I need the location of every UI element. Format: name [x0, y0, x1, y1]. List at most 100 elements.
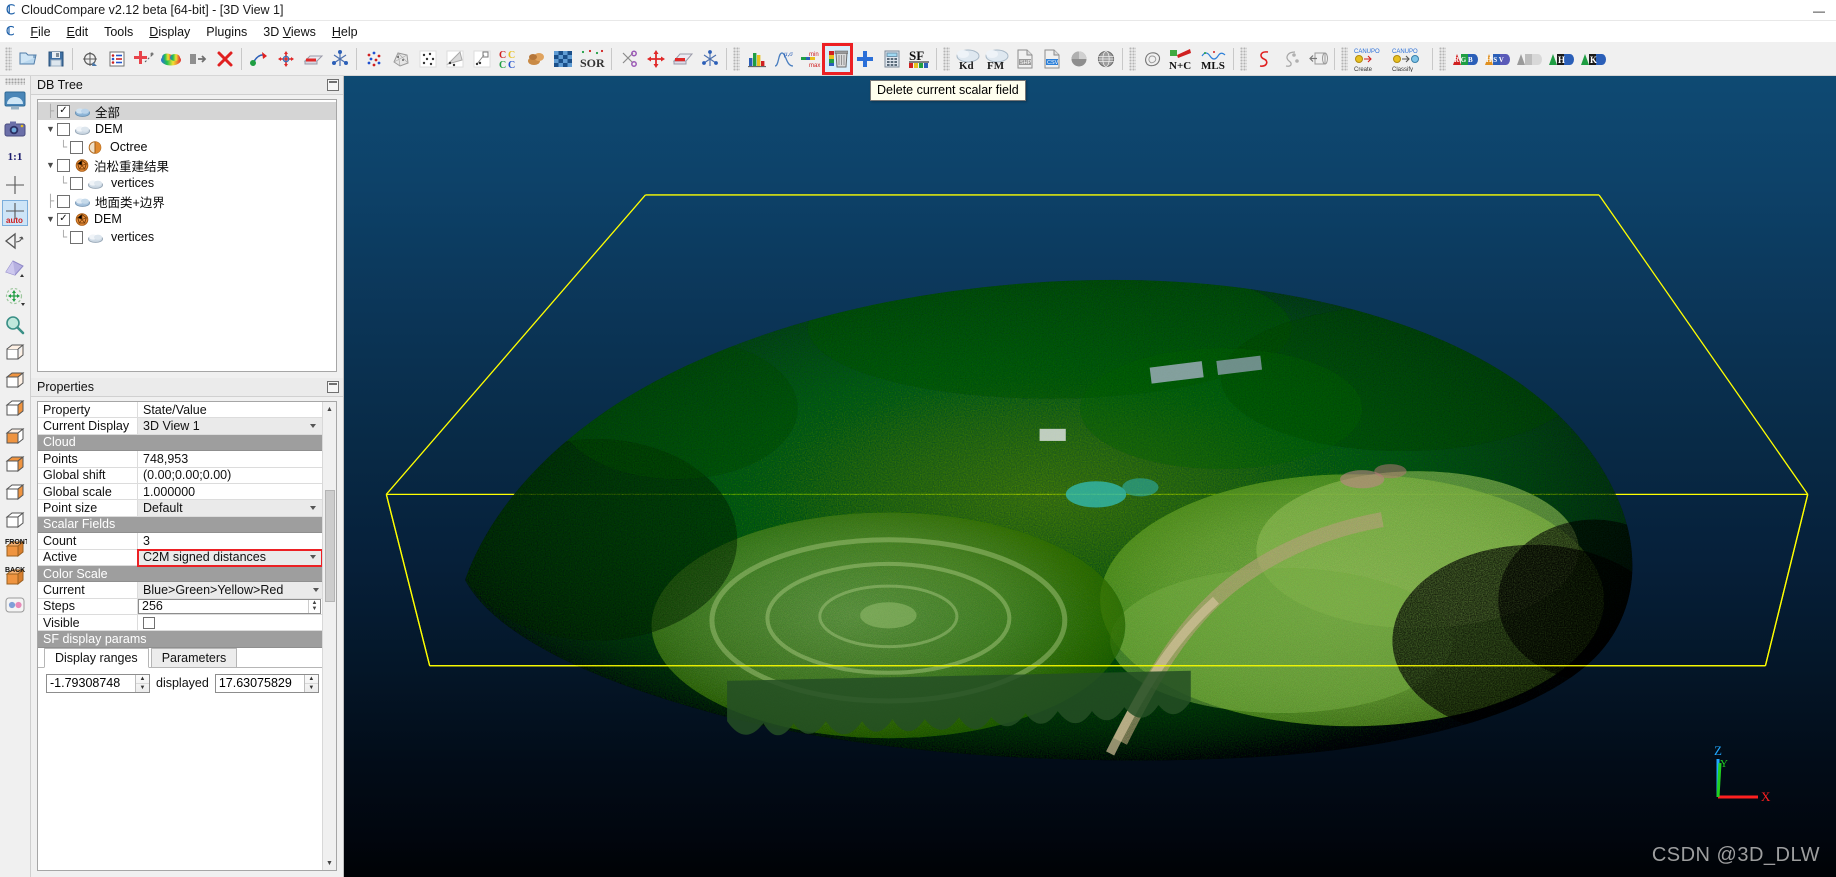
properties-button[interactable]: [104, 46, 129, 72]
range-max-arrows[interactable]: ▲ ▼: [303, 674, 318, 692]
k-convert-button[interactable]: K: [1578, 46, 1608, 72]
zoom-tool-button[interactable]: [2, 312, 28, 338]
tree-item-poisson-result[interactable]: ▼ 泊松重建结果: [38, 156, 336, 174]
checker-button[interactable]: [550, 46, 575, 72]
view-toolbar-grip[interactable]: [5, 78, 25, 85]
fm-button[interactable]: FM: [983, 46, 1010, 72]
properties-float-button[interactable]: [327, 381, 339, 393]
toolbar-grip-2[interactable]: [733, 46, 740, 71]
tab-display-ranges[interactable]: Display ranges: [44, 647, 149, 668]
canupo-classify-button[interactable]: CANUPO Classify: [1390, 46, 1428, 72]
translate-rotate-button[interactable]: [273, 46, 298, 72]
menu-tools[interactable]: Tools: [96, 23, 141, 41]
scroll-up-arrow-icon[interactable]: ▲: [322, 402, 336, 416]
db-tree-float-button[interactable]: [327, 79, 339, 91]
extrude-button[interactable]: [1305, 46, 1330, 72]
menu-plugins[interactable]: Plugins: [198, 23, 255, 41]
tree-item-ground-boundary[interactable]: ├ 地面类+边界: [38, 192, 336, 210]
menu-help[interactable]: Help: [324, 23, 366, 41]
chevron-down-icon[interactable]: ▼: [44, 160, 57, 170]
h-convert-button[interactable]: H: [1546, 46, 1576, 72]
steps-spinner[interactable]: ▲ ▼: [308, 599, 320, 613]
fullscreen-view-button[interactable]: [2, 88, 28, 114]
tree-checkbox[interactable]: [70, 176, 83, 190]
registration2-button[interactable]: [697, 46, 722, 72]
tree-item-dem-1[interactable]: ▼ DEM: [38, 120, 336, 138]
cc-compare-button[interactable]: C C C C: [496, 46, 521, 72]
viewer-perspective-button[interactable]: [2, 256, 28, 282]
delete-button[interactable]: [212, 46, 237, 72]
top-view-button[interactable]: [2, 368, 28, 394]
tree-item-quanbu[interactable]: ├ ✓ 全部: [38, 102, 336, 120]
active-scalar-field-combo[interactable]: C2M signed distances: [137, 548, 323, 567]
toolbar-grip-3[interactable]: [943, 46, 950, 71]
normals-button[interactable]: [442, 46, 467, 72]
front-view-button[interactable]: FRONT: [2, 536, 28, 562]
save-file-button[interactable]: [43, 46, 68, 72]
sor-filter-button[interactable]: SOR: [577, 46, 607, 72]
menu-edit[interactable]: Edit: [59, 23, 97, 41]
align-button[interactable]: [246, 46, 271, 72]
globe-button[interactable]: [1093, 46, 1118, 72]
gaussian-filter-button[interactable]: μ,σ: [771, 46, 796, 72]
calculator-button[interactable]: [879, 46, 904, 72]
global-zoom-button[interactable]: [2, 340, 28, 366]
properties-scrollbar[interactable]: ▲ ▼: [322, 402, 336, 870]
clone-button[interactable]: [77, 46, 102, 72]
pie-button[interactable]: [1066, 46, 1091, 72]
stereo-mode-button[interactable]: [2, 592, 28, 618]
fit-button[interactable]: [469, 46, 494, 72]
row-sf-active[interactable]: Active C2M signed distances: [38, 548, 323, 567]
tree-checkbox[interactable]: ✓: [57, 104, 70, 118]
toolbar-grip-6[interactable]: [1341, 46, 1348, 71]
current-display-combo[interactable]: 3D View 1: [138, 418, 322, 435]
chevron-down-icon[interactable]: ▼: [44, 214, 57, 224]
translate-gizmo-button[interactable]: [643, 46, 668, 72]
poisson-button[interactable]: [1140, 46, 1165, 72]
up-arrow-icon[interactable]: ▲: [136, 675, 149, 684]
range-min-arrows[interactable]: ▲ ▼: [135, 674, 149, 692]
range-max-spinbox[interactable]: ▲▼: [214, 673, 319, 693]
point-size-combo[interactable]: Default: [138, 500, 322, 517]
cm-compare-button[interactable]: [523, 46, 548, 72]
curve-s-button[interactable]: [1251, 46, 1276, 72]
csv-export-button[interactable]: CSV: [1039, 46, 1064, 72]
tree-checkbox[interactable]: ✓: [57, 212, 70, 226]
point-picking-button[interactable]: [361, 46, 386, 72]
nc-button[interactable]: N+C: [1167, 46, 1197, 72]
canupo-create-button[interactable]: CANUPO Create: [1352, 46, 1388, 72]
mesh-button[interactable]: [388, 46, 413, 72]
back-view-button[interactable]: BACK: [2, 564, 28, 590]
registration-button[interactable]: [327, 46, 352, 72]
range-min-spinbox[interactable]: ▲▼: [46, 673, 150, 693]
clipbox-button[interactable]: [670, 46, 695, 72]
toolbar-grip-5[interactable]: [1240, 46, 1247, 71]
hsv-convert-button[interactable]: H S V: [1482, 46, 1512, 72]
chevron-down-icon[interactable]: ▼: [44, 124, 57, 134]
min-max-button[interactable]: min max: [798, 46, 823, 72]
set-pivot-button[interactable]: [2, 172, 28, 198]
tree-checkbox[interactable]: [70, 140, 83, 154]
sample-points-button[interactable]: [415, 46, 440, 72]
iso1-view-button[interactable]: [2, 480, 28, 506]
up-arrow-icon[interactable]: ▲: [304, 675, 318, 684]
row-visible[interactable]: Visible: [38, 615, 322, 632]
menu-display[interactable]: Display: [141, 23, 198, 41]
histogram-button[interactable]: [744, 46, 769, 72]
db-tree[interactable]: ├ ✓ 全部 ▼ DEM └ Octree ▼ 泊松重建结果 └ vertice…: [37, 99, 337, 372]
shp-export-button[interactable]: SHP: [1012, 46, 1037, 72]
zoom-one-to-one-button[interactable]: 1:1: [2, 144, 28, 170]
section-box-button[interactable]: [300, 46, 325, 72]
down-arrow-icon[interactable]: ▼: [136, 684, 149, 692]
rgb-convert-button[interactable]: R G B: [1450, 46, 1480, 72]
range-min-input[interactable]: [47, 674, 135, 692]
range-max-input[interactable]: [215, 674, 304, 692]
row-steps[interactable]: Steps 256 ▲ ▼: [38, 598, 322, 616]
add-scalar-field-button[interactable]: [852, 46, 877, 72]
tree-item-octree[interactable]: └ Octree: [38, 138, 336, 156]
tree-checkbox[interactable]: [57, 194, 70, 208]
scroll-down-arrow-icon[interactable]: ▼: [322, 856, 336, 870]
visible-checkbox[interactable]: [143, 616, 155, 629]
scissors-button[interactable]: [616, 46, 641, 72]
snapshot-button[interactable]: [2, 116, 28, 142]
